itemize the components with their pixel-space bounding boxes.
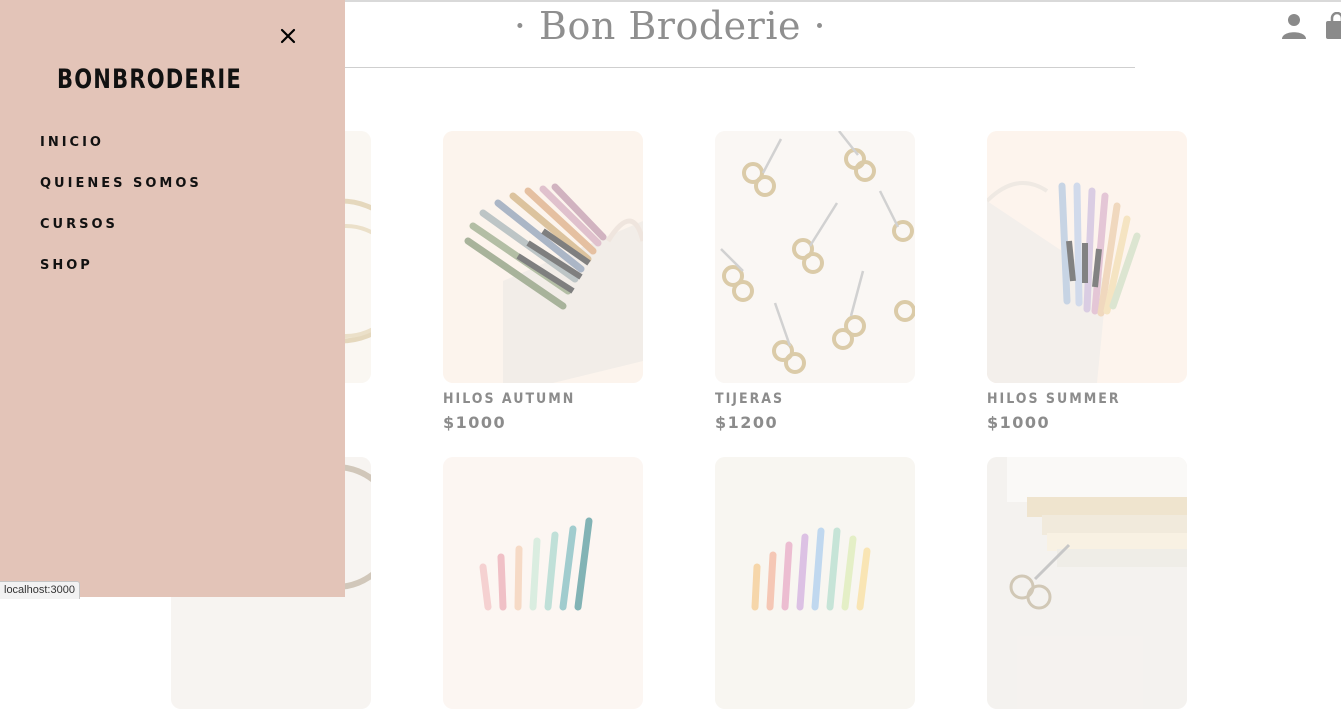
product-price: $1000 — [987, 413, 1051, 432]
product-card[interactable]: TIJERAS $1200 — [715, 131, 915, 432]
nav-item-cursos[interactable]: CURSOS — [40, 216, 202, 257]
user-icon[interactable] — [1280, 12, 1308, 40]
close-icon[interactable] — [276, 24, 300, 48]
product-name[interactable]: TIJERAS — [715, 391, 915, 407]
shopping-bag-icon[interactable] — [1325, 12, 1341, 40]
drawer-nav: INICIO QUIENES SOMOS CURSOS SHOP — [40, 134, 202, 298]
product-image[interactable] — [715, 131, 915, 383]
product-price: $1200 — [715, 413, 779, 432]
product-card[interactable]: HILOS SUMMER $1000 — [987, 131, 1187, 432]
product-name[interactable]: HILOS AUTUMN — [443, 391, 643, 407]
product-card[interactable]: HILOS AUTUMN $1000 — [443, 131, 643, 432]
header-divider — [345, 67, 1135, 68]
product-image[interactable] — [987, 131, 1187, 383]
side-menu-drawer: BONBRODERIE INICIO QUIENES SOMOS CURSOS … — [0, 0, 345, 597]
nav-item-inicio[interactable]: INICIO — [40, 134, 202, 175]
drawer-logo[interactable]: BONBRODERIE — [57, 64, 242, 95]
product-card[interactable] — [987, 457, 1187, 709]
product-image[interactable] — [443, 457, 643, 709]
nav-item-shop[interactable]: SHOP — [40, 257, 202, 298]
site-title[interactable]: · Bon Broderie · — [345, 4, 995, 48]
product-price: $1000 — [443, 413, 507, 432]
product-image[interactable] — [715, 457, 915, 709]
product-name[interactable]: HILOS SUMMER — [987, 391, 1187, 407]
product-card[interactable] — [715, 457, 915, 709]
browser-status-url: localhost:3000 — [0, 581, 80, 599]
nav-item-quienes-somos[interactable]: QUIENES SOMOS — [40, 175, 202, 216]
product-card[interactable] — [443, 457, 643, 709]
product-image[interactable] — [443, 131, 643, 383]
product-image[interactable] — [987, 457, 1187, 709]
